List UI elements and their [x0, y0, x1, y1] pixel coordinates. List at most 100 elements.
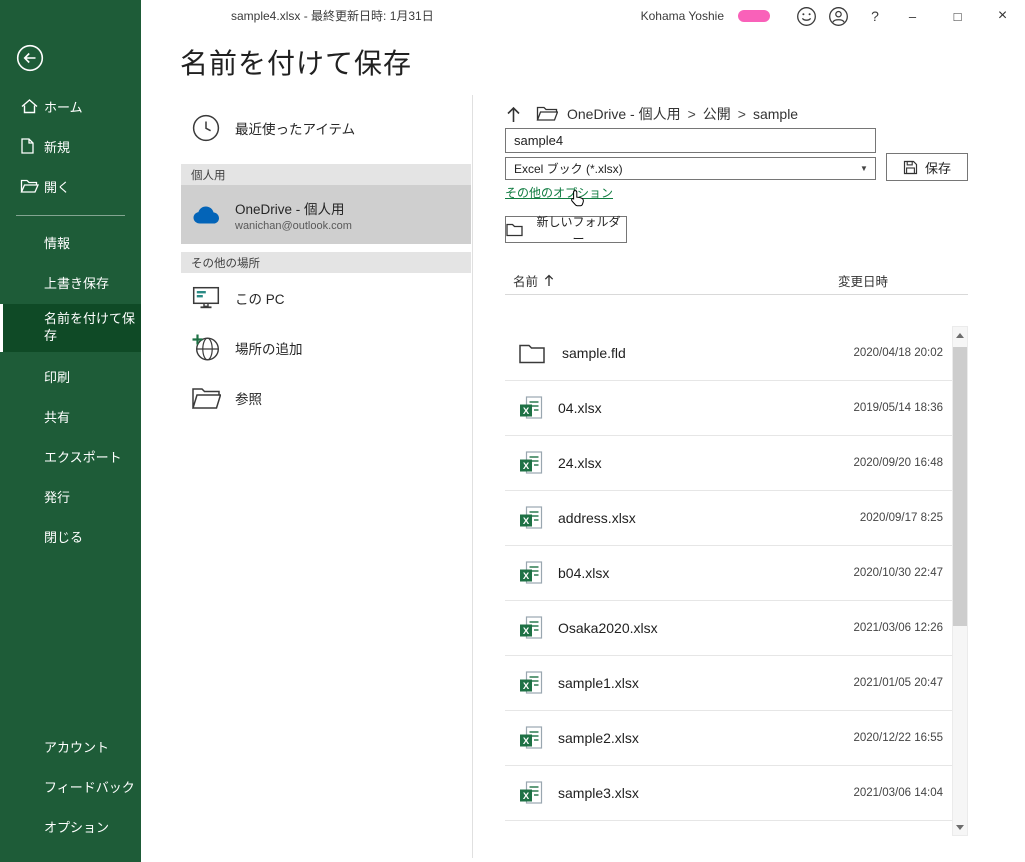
file-name: sample3.xlsx — [558, 785, 639, 801]
file-modified-date: 2020/09/20 16:48 — [853, 457, 943, 469]
excel-file-icon: X — [518, 505, 544, 531]
minimize-button[interactable]: – — [890, 0, 935, 32]
sidebar-top-nav: ホーム 新規 開く — [0, 86, 141, 206]
save-panel: OneDrive - 個人用 > 公開 > sample Excel ブック (… — [505, 96, 968, 862]
file-row[interactable]: X 24.xlsx 2020/09/20 16:48 — [505, 436, 952, 491]
new-folder-button[interactable]: 新しいフォルダー — [505, 215, 627, 246]
sort-ascending-icon — [544, 274, 554, 287]
place-this-pc[interactable]: この PC — [181, 273, 471, 323]
sidebar-item-label: 発行 — [44, 489, 71, 505]
breadcrumb-separator: > — [687, 106, 696, 122]
sidebar-item-label: 閉じる — [44, 529, 84, 545]
breadcrumb-separator: > — [737, 106, 746, 122]
svg-text:X: X — [523, 791, 530, 802]
breadcrumb-segment[interactable]: 公開 — [703, 104, 731, 124]
sidebar-item-save-as[interactable]: 名前を付けて保存 — [0, 304, 141, 352]
place-browse[interactable]: 参照 — [181, 373, 471, 423]
onedrive-icon — [189, 204, 223, 226]
scroll-down-button[interactable] — [953, 819, 967, 835]
place-label: 最近使ったアイテム — [235, 122, 356, 137]
excel-file-icon: X — [518, 450, 544, 476]
svg-text:X: X — [523, 571, 530, 582]
filename-input[interactable] — [505, 128, 876, 153]
file-row[interactable]: X sample3.xlsx 2021/03/06 14:04 — [505, 766, 952, 821]
file-row[interactable]: X 04.xlsx 2019/05/14 18:36 — [505, 381, 952, 436]
save-locations: 最近使ったアイテム 個人用 OneDrive - 個人用 wanichan@ou… — [181, 103, 471, 423]
place-recent[interactable]: 最近使ったアイテム — [181, 103, 471, 153]
user-name[interactable]: Kohama Yoshie — [641, 9, 724, 23]
breadcrumb-segment[interactable]: OneDrive - 個人用 — [567, 104, 681, 124]
maximize-button[interactable]: □ — [935, 0, 980, 32]
sidebar-item-label: 新規 — [44, 139, 71, 155]
sidebar-item-label: フィードバック — [44, 779, 135, 795]
modified-column-header[interactable]: 変更日時 — [838, 271, 888, 290]
sidebar-item-label: 共有 — [44, 409, 71, 425]
sidebar-item-label: 名前を付けて保存 — [44, 311, 136, 343]
file-row[interactable]: X sample2.xlsx 2020/12/22 16:55 — [505, 711, 952, 766]
sidebar-item-new[interactable]: 新規 — [0, 126, 141, 166]
file-name: b04.xlsx — [558, 565, 610, 581]
open-folder-icon — [20, 179, 39, 194]
help-icon[interactable]: ? — [860, 8, 890, 24]
name-column-header[interactable]: 名前 — [513, 271, 554, 290]
sidebar-item-home[interactable]: ホーム — [0, 86, 141, 126]
place-onedrive[interactable]: OneDrive - 個人用 wanichan@outlook.com — [181, 185, 471, 244]
place-label: OneDrive - 個人用 — [235, 201, 345, 217]
section-header-other: その他の場所 — [181, 252, 471, 273]
save-floppy-icon — [903, 160, 918, 175]
folder-icon — [518, 342, 548, 365]
page-title: 名前を付けて保存 — [180, 48, 413, 79]
sidebar-item-account[interactable]: アカウント — [0, 728, 141, 768]
sidebar-item-feedback[interactable]: フィードバック — [0, 768, 141, 808]
account-person-icon[interactable] — [828, 6, 849, 27]
sidebar-item-share[interactable]: 共有 — [0, 398, 141, 438]
file-row[interactable]: X b04.xlsx 2020/10/30 22:47 — [505, 546, 952, 601]
sidebar-item-options[interactable]: オプション — [0, 808, 141, 848]
file-name: 24.xlsx — [558, 455, 602, 471]
excel-file-icon: X — [518, 725, 544, 751]
breadcrumb: OneDrive - 個人用 > 公開 > sample — [505, 102, 798, 126]
file-list-header: 名前 変更日時 — [505, 266, 968, 295]
chevron-down-icon: ▼ — [860, 164, 868, 173]
svg-text:X: X — [523, 736, 530, 747]
breadcrumb-segment[interactable]: sample — [753, 106, 798, 122]
mouse-cursor-pointer — [571, 189, 585, 207]
close-button[interactable]: × — [980, 0, 1025, 32]
sidebar-item-publish[interactable]: 発行 — [0, 478, 141, 518]
sidebar-item-print[interactable]: 印刷 — [0, 358, 141, 398]
feedback-smiley-icon[interactable] — [796, 6, 817, 27]
scrollbar-thumb[interactable] — [953, 347, 967, 626]
back-button[interactable] — [16, 44, 44, 72]
sidebar-item-export[interactable]: エクスポート — [0, 438, 141, 478]
add-place-globe-icon — [189, 333, 223, 363]
more-options-link[interactable]: その他のオプション — [505, 184, 613, 201]
panel-divider — [472, 95, 473, 858]
breadcrumb-folder-icon — [536, 106, 558, 122]
back-arrow-icon — [16, 44, 44, 72]
up-one-level-icon[interactable] — [505, 104, 522, 124]
file-row[interactable]: X Osaka2020.xlsx 2021/03/06 12:26 — [505, 601, 952, 656]
filetype-dropdown[interactable]: Excel ブック (*.xlsx) ▼ — [505, 157, 876, 180]
backstage-content: 名前を付けて保存 最近使ったアイテム 個人用 OneDrive - 個人用 wa… — [141, 32, 1025, 862]
file-modified-date: 2020/04/18 20:02 — [853, 347, 943, 359]
sidebar-item-close[interactable]: 閉じる — [0, 518, 141, 558]
file-list: sample.fld 2020/04/18 20:02 X 04.xlsx 20… — [505, 326, 952, 821]
titlebar-right-cluster: Kohama Yoshie ? – □ × — [641, 0, 1025, 32]
file-list-scrollbar[interactable] — [952, 326, 968, 836]
user-badge — [738, 10, 770, 22]
sidebar-item-label: 上書き保存 — [44, 275, 110, 291]
sidebar-item-info[interactable]: 情報 — [0, 224, 141, 264]
sidebar-item-open[interactable]: 開く — [0, 166, 141, 206]
file-row[interactable]: X sample1.xlsx 2021/01/05 20:47 — [505, 656, 952, 711]
file-name: sample.fld — [562, 345, 626, 361]
file-row[interactable]: X address.xlsx 2020/09/17 8:25 — [505, 491, 952, 546]
home-icon — [20, 98, 39, 115]
clock-icon — [189, 113, 223, 143]
pc-icon — [189, 285, 223, 311]
save-button[interactable]: 保存 — [886, 153, 968, 181]
file-row[interactable]: sample.fld 2020/04/18 20:02 — [505, 326, 952, 381]
sidebar-item-save[interactable]: 上書き保存 — [0, 264, 141, 304]
scroll-up-button[interactable] — [953, 327, 967, 343]
svg-text:X: X — [523, 626, 530, 637]
place-add-location[interactable]: 場所の追加 — [181, 323, 471, 373]
